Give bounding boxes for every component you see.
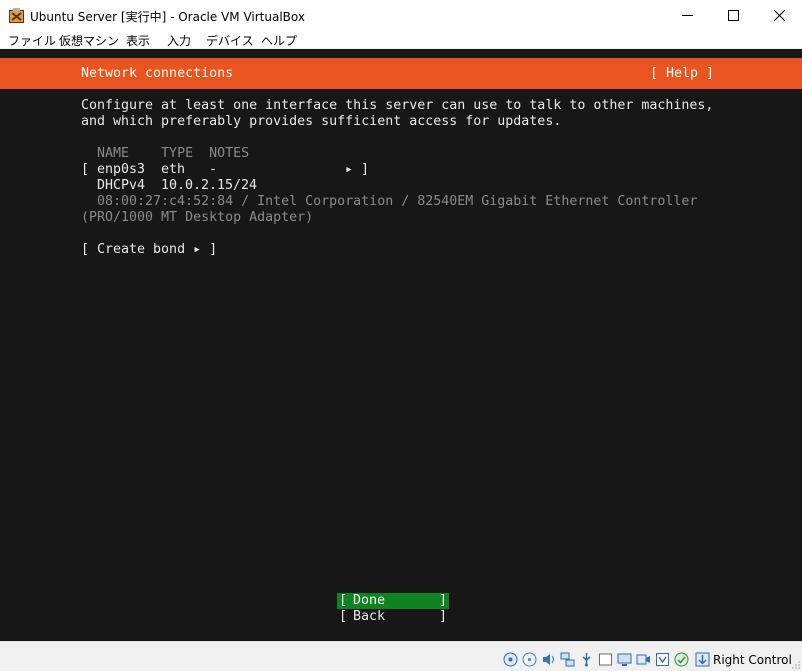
usb-icon[interactable] — [579, 652, 594, 667]
back-bracket-open: [ — [339, 609, 348, 624]
host-key-arrow-icon[interactable] — [695, 652, 710, 667]
dhcp-label: DHCPv4 — [97, 178, 146, 193]
cpu-icon[interactable] — [674, 652, 689, 667]
host-key-label: Right Control — [713, 653, 792, 667]
resize-grip-icon[interactable] — [791, 660, 801, 670]
done-button[interactable]: [ Done ] — [337, 593, 449, 609]
window-title-bar[interactable]: Ubuntu Server [実行中] - Oracle VM VirtualB… — [0, 0, 802, 31]
done-label: Done — [353, 593, 386, 608]
interface-bracket-close: ] — [361, 162, 370, 177]
intro-line-2: and which preferably provides sufficient… — [81, 114, 562, 129]
interface-bracket-open: [ — [81, 162, 90, 177]
menu-help[interactable]: ヘルプ — [261, 32, 297, 49]
shared-folder-icon[interactable] — [598, 652, 613, 667]
minimize-icon — [681, 15, 693, 16]
status-bar: Right Control — [0, 641, 802, 671]
menu-view[interactable]: 表示 — [126, 32, 150, 49]
installer-header: Network connections [ Help ] — [0, 58, 802, 89]
virtualbox-app-icon — [9, 8, 24, 23]
audio-icon[interactable] — [541, 652, 556, 667]
create-bond-button[interactable]: [ Create bond ▸ ] — [81, 242, 217, 258]
network-icon[interactable] — [560, 652, 575, 667]
video-capture-icon[interactable] — [636, 652, 651, 667]
menu-file[interactable]: ファイル — [8, 32, 56, 49]
table-column-headers: NAME TYPE NOTES — [81, 146, 250, 161]
intro-line-1: Configure at least one interface this se… — [81, 98, 714, 113]
close-icon — [773, 10, 785, 21]
ip-address: 10.0.2.15/24 — [161, 178, 258, 193]
interface-arrow-icon: ▸ — [345, 162, 354, 177]
interface-details-line-1: 08:00:27:c4:52:84 / Intel Corporation / … — [97, 194, 698, 209]
optical-drive-icon[interactable] — [522, 652, 537, 667]
page-title: Network connections — [81, 66, 234, 81]
interface-notes: - — [209, 162, 218, 177]
back-label: Back — [353, 609, 386, 624]
display-icon[interactable] — [617, 652, 632, 667]
maximize-icon — [727, 10, 739, 21]
hard-disk-icon[interactable] — [503, 652, 518, 667]
menu-devices[interactable]: デバイス — [206, 32, 254, 49]
interface-type: eth — [161, 162, 186, 177]
back-bracket-close: ] — [439, 609, 448, 624]
menu-machine[interactable]: 仮想マシン — [59, 32, 119, 49]
window-title: Ubuntu Server [実行中] - Oracle VM VirtualB… — [30, 10, 305, 24]
minimize-button[interactable] — [664, 0, 710, 31]
close-button[interactable] — [756, 0, 802, 31]
menu-input[interactable]: 入力 — [167, 32, 191, 49]
interface-details-line-2: (PRO/1000 MT Desktop Adapter) — [81, 210, 314, 225]
mouse-integration-icon[interactable] — [655, 652, 670, 667]
back-button[interactable]: [ Back ] — [337, 609, 449, 625]
done-bracket-open: [ — [339, 593, 348, 608]
done-bracket-close: ] — [439, 593, 448, 608]
vm-console-screen[interactable]: Network connections [ Help ] Configure a… — [0, 49, 802, 641]
menu-bar: ファイル 仮想マシン 表示 入力 デバイス ヘルプ — [0, 31, 802, 49]
maximize-button[interactable] — [710, 0, 756, 31]
help-button[interactable]: [ Help ] — [650, 66, 714, 82]
interface-name: enp0s3 — [97, 162, 146, 177]
